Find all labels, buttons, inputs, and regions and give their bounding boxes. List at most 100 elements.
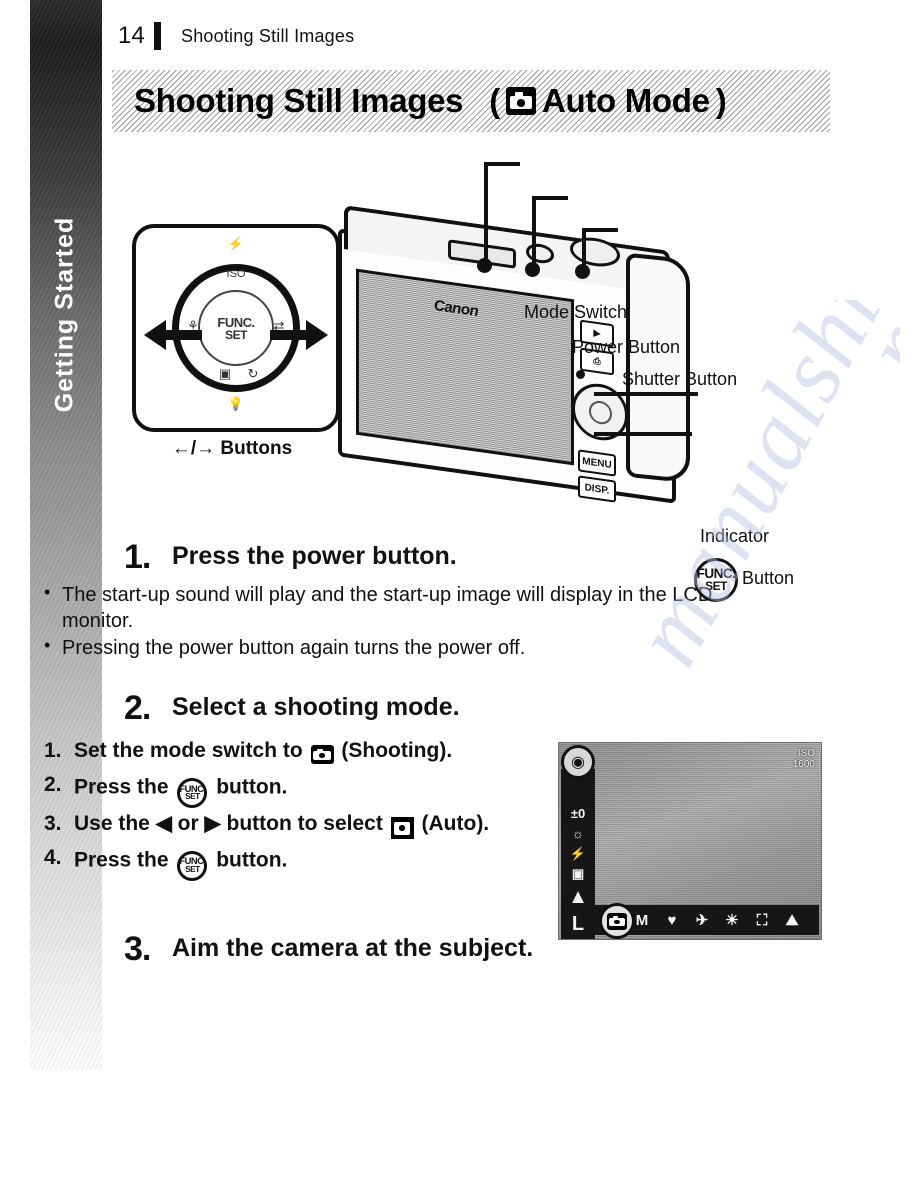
- image-size-icon: L: [571, 913, 585, 935]
- section-title-mode: ( Auto Mode): [489, 82, 726, 120]
- step-1: 1. Press the power button.: [124, 540, 918, 574]
- camera-illustration: Canon ▶ ⎙ MENU DISP.: [330, 205, 700, 512]
- leader-line-indicator: [594, 392, 698, 396]
- leader-dot-shutter: [575, 264, 590, 279]
- lcd-left-column: ±0 ☼ ⚡ ▣ ▲ L: [561, 769, 595, 939]
- auto-camera-icon: [505, 87, 536, 115]
- substep-1: 1. Set the mode switch to (Shooting).: [44, 739, 464, 765]
- substep-4: 4. Press the FUNC. SET button.: [44, 845, 464, 881]
- camera-bump-shape: [613, 915, 619, 919]
- substep-1-text-b: (Shooting).: [335, 739, 453, 763]
- step-2-substeps: 1. Set the mode switch to (Shooting). 2.…: [44, 739, 489, 881]
- mode-label: Auto Mode: [541, 82, 710, 119]
- header-chapter-title: Shooting Still Images: [181, 25, 355, 46]
- substep-1-number: 1.: [44, 739, 62, 763]
- func-set-icon: FUNC. SET: [177, 850, 208, 881]
- leader-dot-power: [525, 262, 540, 277]
- drive-mode-icon: ▲: [568, 886, 588, 908]
- drive-icon: ▣: [218, 366, 232, 381]
- night-snapshot-icon: ☀: [725, 911, 739, 929]
- substep-2-number: 2.: [44, 772, 62, 796]
- control-dial-inset: FUNC. SET ⚡ ISO ⚘ ⇄ ▣ ↻ 💡: [132, 224, 340, 432]
- set-label: SET: [225, 327, 247, 342]
- camera-figure: FUNC. SET ⚡ ISO ⚘ ⇄ ▣ ↻ 💡 ←/→ Buttons Ca…: [0, 140, 918, 602]
- step-1-bullet-2: Pressing the power button again turns th…: [44, 634, 752, 661]
- left-arrow-icon: [144, 320, 202, 350]
- step-2-title: Select a shooting mode.: [172, 693, 460, 722]
- camera-bump-shape: [317, 748, 324, 752]
- camera-lens-shape: [516, 99, 526, 107]
- auto-mode-icon: [607, 912, 627, 930]
- substep-3-text-b: (Auto).: [415, 811, 490, 835]
- manual-page: manualshive manualshive Getting Started …: [0, 0, 918, 1188]
- camera-grip: [626, 252, 690, 484]
- indoor-mode-icon: ⛶: [756, 911, 768, 929]
- func-icon-bottom-label: SET: [185, 865, 200, 875]
- page-number: 14: [118, 22, 145, 49]
- lcd-selected-bottom-icon: [599, 903, 635, 939]
- substep-1-text-a: Set the mode switch to: [74, 739, 309, 763]
- flash-icon: ⚡: [227, 236, 245, 251]
- exposure-icon: ◉: [571, 754, 585, 771]
- step-3-number: 3.: [124, 929, 151, 968]
- camera-lcd-monitor: [356, 268, 574, 466]
- leader-line-func-button: [594, 432, 692, 436]
- section-title-main: Shooting Still Images: [134, 82, 464, 119]
- func-set-dial-center: FUNC. SET: [198, 290, 274, 366]
- timer-icon: ↻: [247, 366, 259, 381]
- func-label: FUNC.: [217, 314, 255, 330]
- step-1-bullets: The start-up sound will play and the sta…: [44, 581, 918, 661]
- func-icon-bottom-label: SET: [185, 792, 200, 802]
- step-2: 2. Select a shooting mode.: [124, 691, 918, 725]
- camera-bump-shape: [514, 92, 523, 98]
- func-set-icon: FUNC. SET: [177, 777, 208, 808]
- lcd-info-text: ISO 1600: [792, 748, 815, 770]
- leader-line-mode-switch-h: [484, 162, 520, 166]
- lcd-screenshot: ISO 1600 ±0 ☼ ⚡ ▣ ▲ L ◉ M ♥ ✈ ☀ ⛶ ⛰: [558, 742, 822, 940]
- section-title-banner: Shooting Still Images ( Auto Mode): [112, 70, 830, 132]
- lamp-icon: 💡: [227, 396, 245, 411]
- open-paren: (: [489, 82, 500, 119]
- lcd-selected-top-icon: ◉: [561, 745, 595, 779]
- substep-3: 3. Use the ◀ or ▶ button to select (Auto…: [44, 811, 504, 840]
- dial-caption: ←/→ Buttons: [171, 438, 293, 459]
- step-2-number: 2.: [124, 689, 151, 728]
- substep-4-text-a: Press the: [74, 848, 175, 872]
- substep-4-text-b: button.: [210, 848, 288, 872]
- step-1-bullet-1: The start-up sound will play and the sta…: [44, 581, 752, 635]
- leader-line-shutter-h: [582, 228, 618, 232]
- camera-icon: [310, 745, 334, 765]
- right-arrow-icon: [270, 320, 328, 350]
- exposure-compensation-icon: ±0: [570, 806, 586, 821]
- portrait-mode-icon: ♥: [667, 911, 677, 929]
- substep-2-text-a: Press the: [74, 775, 175, 799]
- white-balance-icon: ☼: [572, 826, 584, 841]
- header-divider: [154, 22, 161, 50]
- section-title: Shooting Still Images ( Auto Mode): [134, 82, 727, 120]
- substep-2: 2. Press the FUNC. SET button.: [44, 772, 464, 808]
- step-1-title: Press the power button.: [172, 542, 457, 570]
- step-1-number: 1.: [124, 538, 151, 576]
- auto-icon: [390, 817, 414, 840]
- close-paren: ): [715, 82, 727, 119]
- iso-icon: ISO: [226, 268, 246, 280]
- disp-button: DISP.: [578, 475, 616, 503]
- substep-3-number: 3.: [44, 811, 62, 835]
- my-colors-icon: ▣: [571, 866, 585, 881]
- step-3-title: Aim the camera at the subject.: [172, 933, 534, 962]
- callout-shutter-button: Shutter Button: [622, 369, 738, 389]
- camera-indicator-lamp: [576, 370, 585, 379]
- leader-dot-mode-switch: [477, 258, 492, 273]
- substep-2-text-b: button.: [210, 775, 288, 799]
- kids-pets-icon: ✈: [695, 911, 709, 929]
- substep-4-number: 4.: [44, 845, 62, 869]
- callout-mode-switch: Mode Switch: [524, 302, 628, 322]
- callout-power-button: Power Button: [572, 337, 681, 357]
- landscape-mode-icon: ⛰: [785, 911, 799, 929]
- page-header: 14 Shooting Still Images: [118, 22, 354, 50]
- leader-line-mode-switch: [484, 162, 488, 266]
- leader-line-power-v: [532, 196, 536, 270]
- leader-line-power-h: [532, 196, 568, 200]
- flash-off-icon: ⚡: [569, 846, 587, 861]
- substep-3-text-a: Use the ◀ or ▶ button to select: [74, 811, 389, 835]
